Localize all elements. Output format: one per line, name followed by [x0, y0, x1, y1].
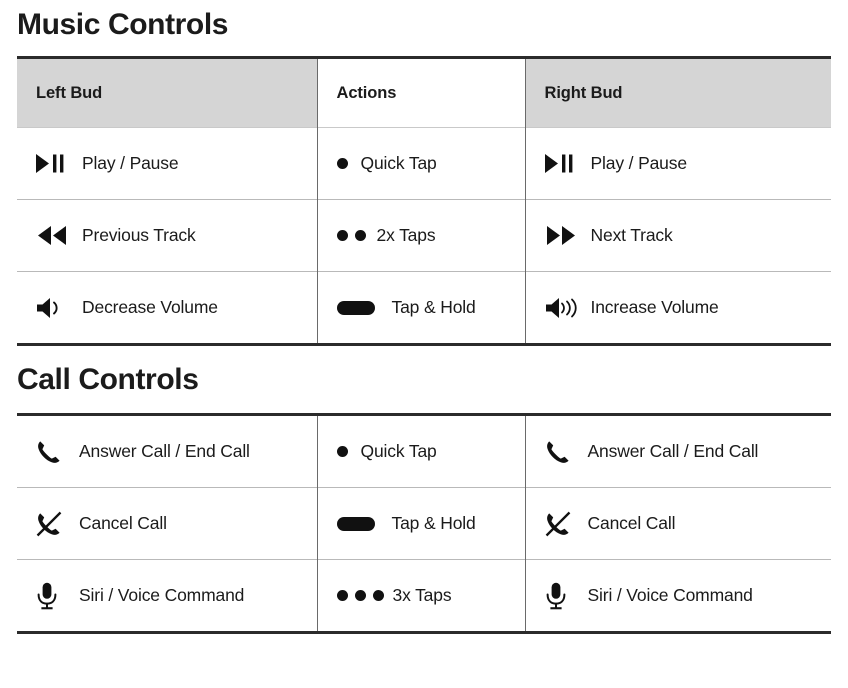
- table-row: Answer Call / End Call Quick Tap Answer …: [17, 414, 831, 488]
- one-dot-icon: [336, 446, 361, 457]
- play-pause-icon: [544, 154, 591, 173]
- cell-label: Quick Tap: [360, 153, 437, 173]
- cell-action: 3x Taps: [316, 559, 525, 633]
- cell-label: Play / Pause: [590, 153, 688, 173]
- music-table-header: Left Bud Actions Right Bud: [17, 57, 831, 128]
- one-dot-icon: [336, 158, 361, 169]
- cell-label: Cancel Call: [587, 513, 676, 533]
- cell-label: Cancel Call: [79, 513, 167, 533]
- phone-icon: [545, 439, 588, 465]
- music-table-body: Play / Pause Quick Tap Play / Pause Prev…: [17, 127, 831, 345]
- three-dots-icon: [336, 590, 393, 601]
- cell-label: 2x Taps: [376, 225, 436, 245]
- cell-action: Quick Tap: [316, 414, 525, 488]
- cell-right-bud: Cancel Call: [524, 487, 831, 560]
- volume-up-icon: [545, 297, 591, 319]
- pill-hold-icon: [336, 516, 392, 531]
- cell-right-bud: Answer Call / End Call: [524, 414, 831, 488]
- column-header-actions: Actions: [316, 57, 525, 128]
- phone-slash-icon: [36, 511, 79, 537]
- cell-left-bud: Answer Call / End Call: [17, 414, 317, 488]
- cell-label: 3x Taps: [392, 585, 452, 605]
- cell-label: Tap & Hold: [391, 513, 476, 533]
- two-dots-icon: [336, 230, 377, 241]
- table-header-row: Left Bud Actions Right Bud: [17, 57, 831, 128]
- call-table-body: Answer Call / End Call Quick Tap Answer …: [17, 414, 831, 633]
- phone-icon: [36, 439, 79, 465]
- cell-right-bud: Siri / Voice Command: [524, 559, 831, 633]
- page-title-music-controls: Music Controls: [17, 8, 229, 41]
- cell-label: Tap & Hold: [391, 297, 476, 317]
- column-header-left-bud: Left Bud: [17, 57, 317, 128]
- cell-left-bud: Decrease Volume: [17, 271, 317, 345]
- cell-label: Next Track: [590, 225, 673, 245]
- cell-label: Answer Call / End Call: [79, 441, 250, 461]
- cell-action: 2x Taps: [316, 199, 525, 272]
- table-row: Cancel Call Tap & Hold Cancel Call: [17, 487, 831, 560]
- cell-label: Play / Pause: [82, 153, 179, 173]
- cell-label: Previous Track: [82, 225, 196, 245]
- cell-left-bud: Play / Pause: [17, 127, 317, 200]
- previous-track-icon: [36, 226, 82, 245]
- cell-label: Increase Volume: [590, 297, 719, 317]
- next-track-icon: [545, 226, 591, 245]
- column-header-right-bud: Right Bud: [524, 57, 831, 128]
- cell-right-bud: Increase Volume: [524, 271, 831, 345]
- cell-right-bud: Next Track: [524, 199, 831, 272]
- cell-right-bud: Play / Pause: [524, 127, 831, 200]
- cell-left-bud: Cancel Call: [17, 487, 317, 560]
- volume-down-icon: [36, 297, 82, 319]
- pill-hold-icon: [336, 300, 392, 315]
- music-controls-table: Left Bud Actions Right Bud Play / Pause …: [17, 56, 831, 346]
- table-row: Decrease Volume Tap & Hold Increase Volu…: [17, 271, 831, 345]
- page-title-call-controls: Call Controls: [17, 363, 199, 396]
- cell-action: Quick Tap: [316, 127, 525, 200]
- cell-action: Tap & Hold: [316, 271, 525, 345]
- cell-label: Siri / Voice Command: [79, 585, 245, 605]
- phone-slash-icon: [545, 511, 588, 537]
- table-row: Play / Pause Quick Tap Play / Pause: [17, 127, 831, 200]
- controls-reference-page: Music Controls Left Bud Actions Right Bu…: [0, 0, 848, 688]
- table-row: Previous Track 2x Taps Next Track: [17, 199, 831, 272]
- cell-label: Answer Call / End Call: [587, 441, 759, 461]
- cell-left-bud: Previous Track: [17, 199, 317, 272]
- microphone-icon: [545, 582, 588, 610]
- microphone-icon: [36, 582, 79, 610]
- table-row: Siri / Voice Command 3x Taps Siri / Voic…: [17, 559, 831, 633]
- cell-left-bud: Siri / Voice Command: [17, 559, 317, 633]
- call-controls-table: Answer Call / End Call Quick Tap Answer …: [17, 413, 831, 634]
- cell-label: Siri / Voice Command: [587, 585, 753, 605]
- play-pause-icon: [36, 154, 82, 173]
- cell-label: Decrease Volume: [82, 297, 218, 317]
- cell-label: Quick Tap: [360, 441, 437, 461]
- cell-action: Tap & Hold: [316, 487, 525, 560]
